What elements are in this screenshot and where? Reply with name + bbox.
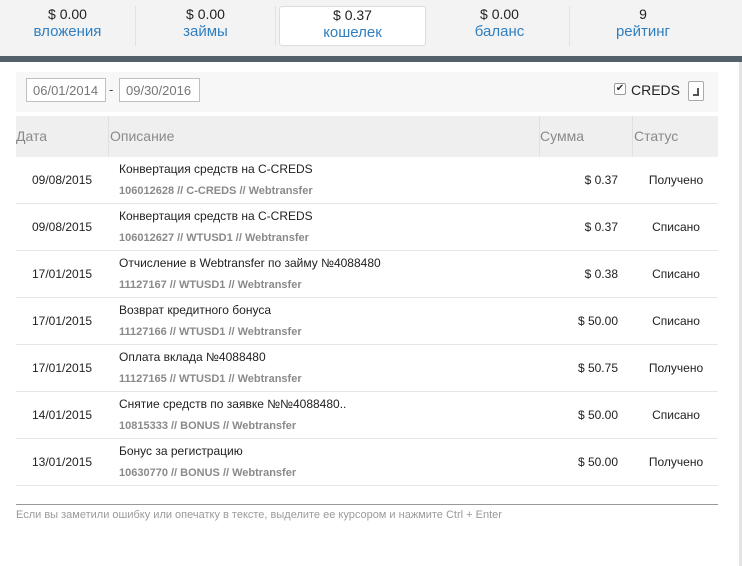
stat-value: 9 [639,6,647,22]
row-reference: 11127165 // WTUSD1 // Webtransfer [119,373,302,385]
row-description: Оплата вклада №4088480 [119,350,266,364]
stat-label: рейтинг [615,23,671,40]
header-description[interactable]: Описание [110,128,174,144]
row-date: 17/01/2015 [32,267,93,281]
export-icon[interactable] [688,81,704,101]
row-status: Получено [648,455,704,469]
row-description: Отчисление в Webtransfer по займу №40884… [119,256,381,270]
stat-value: $ 0.00 [48,6,87,22]
row-sum: $ 50.75 [577,361,618,375]
row-date: 14/01/2015 [32,408,93,422]
footer-divider [16,504,718,505]
creds-checkbox[interactable]: ✔ [614,83,626,95]
row-reference: 10630770 // BONUS // Webtransfer [119,467,297,479]
stats-tabs: $ 0.00 вложения $ 0.00 займы $ 0.37 коше… [0,0,742,56]
header-sum[interactable]: Сумма [540,128,584,144]
stat-value: $ 0.00 [480,6,519,22]
stat-label: вложения [33,23,102,40]
row-reference: 106012627 // WTUSD1 // Webtransfer [119,232,309,244]
stat-tab-rating[interactable]: 9 рейтинг [572,6,714,46]
row-sum: $ 0.37 [584,220,618,234]
row-reference: 10815333 // BONUS // Webtransfer [119,420,297,432]
row-description: Снятие средств по заявке №№4088480.. [119,397,347,411]
row-date: 13/01/2015 [32,455,93,469]
row-sum: $ 50.00 [577,455,618,469]
row-description: Бонус за регистрацию [119,444,243,458]
header-divider [632,116,633,157]
table-row: 17/01/2015 Отчисление в Webtransfer по з… [16,251,718,298]
header-date[interactable]: Дата [16,128,47,144]
row-date: 09/08/2015 [32,220,93,234]
row-sum: $ 0.37 [584,173,618,187]
row-sum: $ 50.00 [577,314,618,328]
filter-bar: - ✔ CREDS [16,72,718,112]
stat-label: баланс [474,23,525,40]
date-from-input[interactable] [26,78,106,102]
table-row: 17/01/2015 Возврат кредитного бонуса 111… [16,298,718,345]
stat-value: $ 0.37 [333,7,372,23]
table-row: 13/01/2015 Бонус за регистрацию 10630770… [16,439,718,486]
date-range-dash: - [109,82,114,97]
row-status: Списано [652,220,700,234]
row-date: 17/01/2015 [32,361,93,375]
date-to-input[interactable] [119,78,200,102]
stat-value: $ 0.00 [186,6,225,22]
table-row: 09/08/2015 Конвертация средств на C-CRED… [16,157,718,204]
row-date: 09/08/2015 [32,173,93,187]
stat-tab-wallet[interactable]: $ 0.37 кошелек [279,6,426,46]
stats-divider-bar [0,56,742,62]
row-status: Списано [652,267,700,281]
row-description: Конвертация средств на C-CREDS [119,209,313,223]
table-header: Дата Описание Сумма Статус [16,116,718,157]
row-status: Получено [648,361,704,375]
footer-note: Если вы заметили ошибку или опечатку в т… [16,509,502,521]
row-reference: 106012628 // C-CREDS // Webtransfer [119,185,313,197]
stat-tab-investments[interactable]: $ 0.00 вложения [0,6,136,46]
row-status: Списано [652,314,700,328]
stat-tab-balance[interactable]: $ 0.00 баланс [430,6,570,46]
row-date: 17/01/2015 [32,314,93,328]
row-sum: $ 0.38 [584,267,618,281]
stat-tab-loans[interactable]: $ 0.00 займы [136,6,276,46]
table-row: 17/01/2015 Оплата вклада №4088480 111271… [16,345,718,392]
row-reference: 11127166 // WTUSD1 // Webtransfer [119,326,302,338]
row-description: Возврат кредитного бонуса [119,303,272,317]
stat-label: займы [183,23,228,40]
row-status: Получено [648,173,704,187]
header-divider [108,116,109,157]
row-sum: $ 50.00 [577,408,618,422]
row-reference: 11127167 // WTUSD1 // Webtransfer [119,279,302,291]
table-row: 14/01/2015 Снятие средств по заявке №№40… [16,392,718,439]
stat-label: кошелек [323,24,382,41]
header-status[interactable]: Статус [634,128,678,144]
row-status: Списано [652,408,700,422]
row-description: Конвертация средств на C-CREDS [119,162,313,176]
creds-checkbox-label: CREDS [631,82,681,98]
table-row: 09/08/2015 Конвертация средств на C-CRED… [16,204,718,251]
